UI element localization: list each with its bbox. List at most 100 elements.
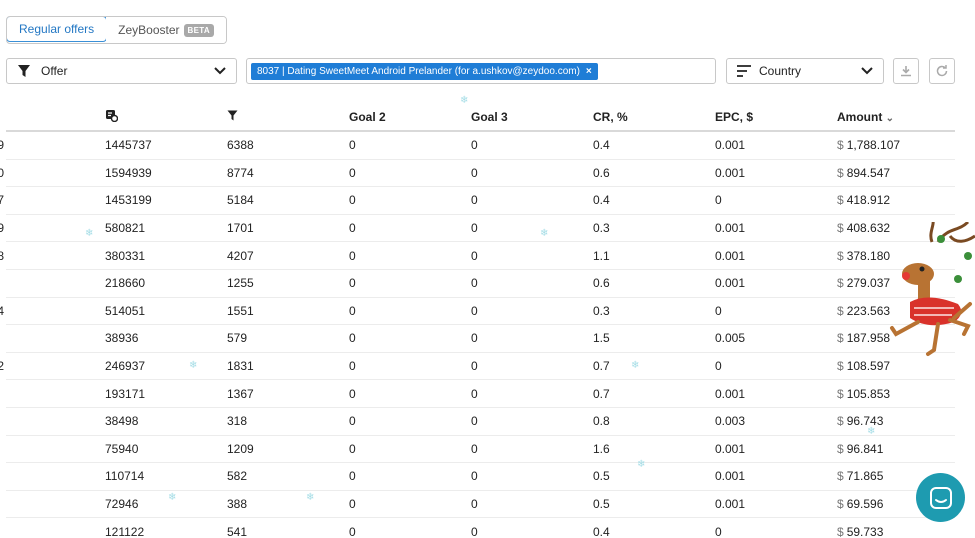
clipped-value: 510: [0, 165, 5, 180]
table-cell: $279.037: [837, 276, 890, 290]
currency-symbol: $: [837, 303, 844, 318]
table-cell: 0.001: [715, 469, 746, 484]
offer-type-tabs: Regular offers ZeyBooster BETA: [6, 16, 227, 44]
table-row: 587 1453199 5184 0 0 0.4 0 $418.912: [0, 187, 955, 215]
table-cell: 95: [0, 331, 90, 345]
table-cell: 0.4: [593, 138, 610, 153]
funnel-icon: [18, 65, 30, 77]
header-cr[interactable]: CR, %: [593, 110, 628, 124]
table-cell: 0.3: [593, 221, 610, 236]
selected-offers-field[interactable]: 8037 | Dating SweetMeet Android Prelande…: [246, 58, 716, 84]
table-row: 0672946388000.50.001$69.596: [6, 491, 955, 519]
table-cell: 0: [349, 414, 356, 429]
table-cell: 0: [471, 524, 478, 538]
header-goal-2[interactable]: Goal 2: [349, 110, 386, 124]
tab-regular-offers[interactable]: Regular offers: [6, 17, 108, 42]
reindeer-decoration: [890, 222, 975, 356]
tab-zeybooster-label: ZeyBooster: [118, 23, 180, 37]
table-row: 971931711367000.70.001$105.853: [6, 380, 955, 408]
clipped-value: 124: [0, 303, 5, 318]
country-group-select[interactable]: Country: [726, 58, 884, 84]
table-cell: 0: [349, 524, 356, 538]
amount-value: 408.632: [846, 221, 891, 236]
table-cell: 0: [349, 248, 356, 263]
chat-support-button[interactable]: [916, 473, 965, 522]
table-cell: 0: [349, 441, 356, 456]
offer-filter-label: Offer: [41, 64, 68, 78]
click-icon: [105, 109, 119, 125]
table-cell: 6388: [227, 138, 254, 153]
download-button[interactable]: [893, 58, 919, 84]
table-cell: 1.5: [593, 331, 610, 346]
table-cell: 0: [471, 221, 478, 236]
snowflake-icon: ❄: [631, 360, 640, 371]
amount-value: 223.563: [846, 303, 891, 318]
table-cell: $105.853: [837, 387, 890, 401]
snowflake-icon: ❄: [306, 492, 315, 503]
clipped-value: 738: [0, 248, 5, 263]
table-cell: 0: [471, 386, 478, 401]
amount-value: 378.180: [846, 248, 891, 263]
table-cell: 124: [0, 304, 90, 318]
table-cell: 1367: [227, 386, 254, 401]
table-cell: 580821: [105, 221, 146, 236]
table-cell: $96.743: [837, 414, 883, 428]
table-cell: 0.3: [593, 303, 610, 318]
header-amount[interactable]: Amount ⌄: [837, 110, 894, 124]
table-cell: $408.632: [837, 221, 890, 235]
table-cell: 0: [471, 331, 478, 346]
selected-offer-tag: 8037 | Dating SweetMeet Android Prelande…: [251, 62, 598, 80]
table-cell: 0.4: [593, 524, 610, 538]
table-cell: 0: [471, 193, 478, 208]
amount-value: 71.865: [846, 469, 884, 484]
table-cell: 0.001: [715, 138, 746, 153]
table-cell: 0: [471, 248, 478, 263]
table-cell: 0.5: [593, 497, 610, 512]
table-row: 5938498318000.80.003$96.743: [6, 408, 955, 436]
currency-symbol: $: [837, 276, 844, 291]
table-cell: 1551: [227, 303, 254, 318]
table-cell: 0.001: [715, 248, 746, 263]
amount-value: 59.733: [846, 524, 884, 538]
sort-lines-icon: [737, 65, 751, 77]
currency-symbol: $: [837, 469, 844, 484]
refresh-button[interactable]: [929, 58, 955, 84]
table-cell: 0: [715, 359, 722, 374]
table-cell: 0: [715, 303, 722, 318]
table-cell: 1445737: [105, 138, 152, 153]
table-cell: 11: [0, 469, 90, 483]
table-cell: 0.001: [715, 497, 746, 512]
offer-filter-select[interactable]: Offer: [6, 58, 237, 84]
chat-icon: [929, 486, 952, 509]
table-row: 122186601255000.60.001$279.037: [6, 270, 955, 298]
sort-desc-icon: ⌄: [885, 113, 895, 124]
currency-symbol: $: [837, 165, 844, 180]
table-cell: 0: [349, 165, 356, 180]
download-icon: [901, 66, 911, 77]
table-cell: $187.958: [837, 331, 890, 345]
table-cell: 0.001: [715, 165, 746, 180]
stats-table: Goal 2 Goal 3 CR, % EPC, $ Amount ⌄ 779 1…: [0, 104, 955, 538]
header-epc[interactable]: EPC, $: [715, 110, 753, 124]
table-cell: $59.733: [837, 525, 883, 538]
table-cell: $894.547: [837, 166, 890, 180]
remove-tag-button[interactable]: ×: [586, 66, 592, 77]
header-goal-3[interactable]: Goal 3: [471, 110, 508, 124]
table-cell: $108.597: [837, 359, 890, 373]
table-cell: 514051: [105, 303, 146, 318]
table-cell: 0: [471, 497, 478, 512]
currency-symbol: $: [837, 386, 844, 401]
amount-value: 894.547: [846, 165, 891, 180]
tab-zeybooster[interactable]: ZeyBooster BETA: [106, 17, 226, 43]
table-cell: 72946: [105, 497, 139, 512]
table-cell: 0: [471, 303, 478, 318]
table-cell: 8774: [227, 165, 254, 180]
snowflake-icon: ❄: [460, 95, 469, 106]
table-cell: $69.596: [837, 497, 883, 511]
header-amount-label: Amount: [837, 110, 883, 124]
table-cell: 0: [471, 441, 478, 456]
table-cell: 110714: [105, 469, 145, 484]
table-cell: 38936: [105, 331, 139, 346]
table-cell: 388: [227, 497, 248, 512]
currency-symbol: $: [837, 331, 844, 346]
